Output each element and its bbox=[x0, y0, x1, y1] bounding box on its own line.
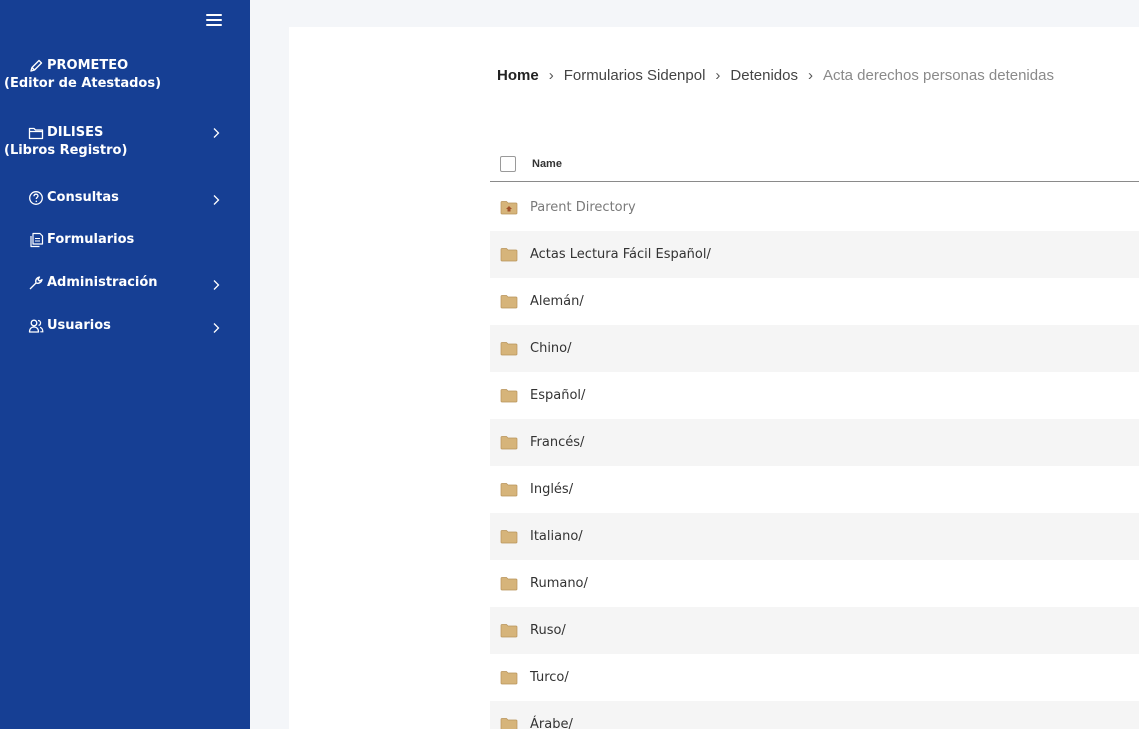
folder-icon bbox=[500, 388, 518, 403]
table-row[interactable]: Francés/ bbox=[490, 419, 1139, 466]
sidebar-item-label: Formularios bbox=[47, 232, 135, 247]
row-label: Italiano/ bbox=[530, 529, 583, 544]
sidebar-item-label: DILISES bbox=[47, 125, 104, 140]
row-label: Actas Lectura Fácil Español/ bbox=[530, 247, 711, 262]
table-row[interactable]: Chino/ bbox=[490, 325, 1139, 372]
table-row[interactable]: Actas Lectura Fácil Español/ bbox=[490, 231, 1139, 278]
folder-icon bbox=[500, 435, 518, 450]
chevron-right-icon bbox=[212, 194, 220, 206]
sidebar-item-label: Consultas bbox=[47, 190, 119, 205]
table-row-parent-directory[interactable]: Parent Directory bbox=[490, 184, 1139, 231]
row-label: Turco/ bbox=[530, 670, 569, 685]
chevron-right-icon bbox=[212, 127, 220, 139]
sidebar-item-sublabel: (Editor de Atestados) bbox=[4, 76, 162, 91]
users-icon bbox=[28, 318, 45, 334]
parent-folder-icon bbox=[500, 200, 518, 215]
table-row[interactable]: Turco/ bbox=[490, 654, 1139, 701]
folder-icon bbox=[500, 529, 518, 544]
sidebar-item-dilises[interactable]: DILISES (Libros Registro) bbox=[4, 124, 244, 160]
breadcrumb-item[interactable]: Detenidos bbox=[730, 67, 798, 84]
table-row[interactable]: Rumano/ bbox=[490, 560, 1139, 607]
sidebar-item-usuarios[interactable]: Usuarios bbox=[4, 317, 244, 335]
row-label: Ruso/ bbox=[530, 623, 566, 638]
pencil-icon bbox=[28, 58, 45, 74]
row-label: Parent Directory bbox=[530, 200, 636, 215]
table-row[interactable]: Español/ bbox=[490, 372, 1139, 419]
breadcrumb-separator-icon: › bbox=[807, 67, 813, 84]
breadcrumb-current: Acta derechos personas detenidas bbox=[822, 67, 1054, 84]
row-label: Español/ bbox=[530, 388, 586, 403]
sidebar-item-administracion[interactable]: Administración bbox=[4, 274, 244, 292]
sidebar-item-consultas[interactable]: Consultas bbox=[4, 189, 244, 207]
table-row[interactable]: Alemán/ bbox=[490, 278, 1139, 325]
folder-icon bbox=[500, 247, 518, 262]
folder-icon bbox=[500, 294, 518, 309]
question-circle-icon bbox=[28, 190, 45, 206]
row-label: Árabe/ bbox=[530, 717, 573, 729]
folder-icon bbox=[28, 125, 45, 141]
breadcrumb-separator-icon: › bbox=[715, 67, 721, 84]
row-label: Inglés/ bbox=[530, 482, 574, 497]
table-header: Name bbox=[490, 146, 1139, 182]
sidebar-item-sublabel: (Libros Registro) bbox=[4, 143, 128, 158]
folder-icon bbox=[500, 623, 518, 638]
table-row[interactable]: Inglés/ bbox=[490, 466, 1139, 513]
sidebar-item-label: PROMETEO bbox=[47, 58, 129, 73]
sidebar-item-label: Usuarios bbox=[47, 318, 111, 333]
select-all-checkbox[interactable] bbox=[500, 155, 516, 172]
folder-icon bbox=[500, 670, 518, 685]
folder-icon bbox=[500, 482, 518, 497]
table-row[interactable]: Ruso/ bbox=[490, 607, 1139, 654]
sidebar: PROMETEO (Editor de Atestados) DILISES (… bbox=[0, 0, 250, 729]
table-row[interactable]: Árabe/ bbox=[490, 701, 1139, 729]
sidebar-item-prometeo[interactable]: PROMETEO (Editor de Atestados) bbox=[4, 57, 244, 93]
documents-icon bbox=[28, 232, 45, 248]
chevron-right-icon bbox=[212, 279, 220, 291]
sidebar-item-label: Administración bbox=[47, 275, 158, 290]
row-label: Rumano/ bbox=[530, 576, 588, 591]
file-list: Parent Directory Actas Lectura Fácil Esp… bbox=[490, 184, 1139, 729]
folder-icon bbox=[500, 341, 518, 356]
row-label: Chino/ bbox=[530, 341, 572, 356]
breadcrumb-home-link[interactable]: Home bbox=[497, 67, 539, 84]
folder-icon bbox=[500, 576, 518, 591]
row-label: Francés/ bbox=[530, 435, 585, 450]
sidebar-item-formularios[interactable]: Formularios bbox=[4, 231, 244, 249]
folder-icon bbox=[500, 717, 518, 729]
breadcrumb-item[interactable]: Formularios Sidenpol bbox=[564, 67, 706, 84]
row-label: Alemán/ bbox=[530, 294, 584, 309]
breadcrumb: Home › Formularios Sidenpol › Detenidos … bbox=[497, 67, 1054, 84]
table-row[interactable]: Italiano/ bbox=[490, 513, 1139, 560]
hamburger-menu-icon[interactable] bbox=[206, 14, 222, 27]
column-header-name[interactable]: Name bbox=[532, 158, 562, 170]
breadcrumb-separator-icon: › bbox=[548, 67, 554, 84]
chevron-right-icon bbox=[212, 322, 220, 334]
wrench-icon bbox=[28, 275, 45, 291]
